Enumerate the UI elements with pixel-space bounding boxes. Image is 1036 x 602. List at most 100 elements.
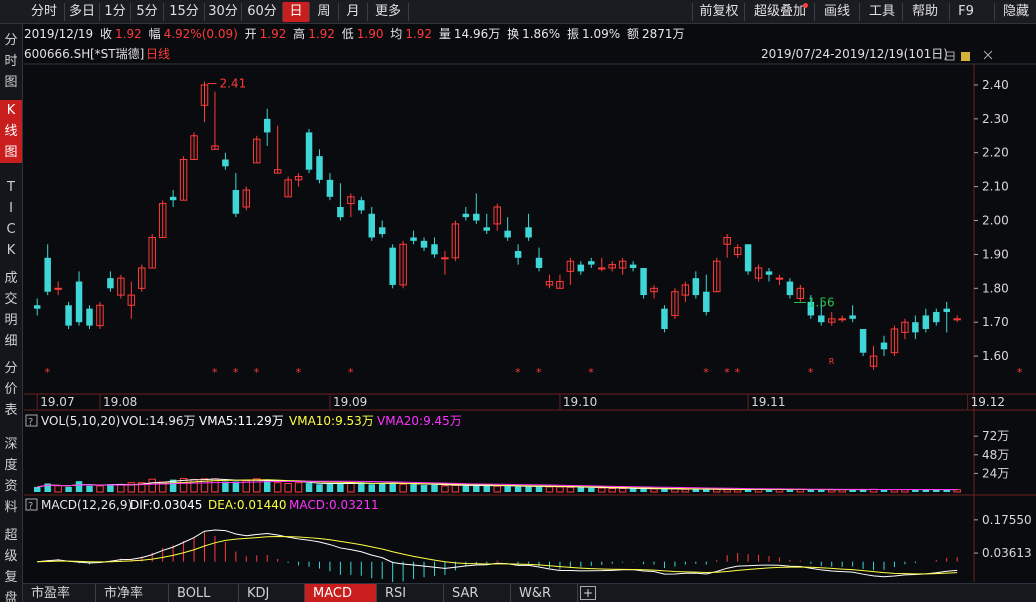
candle-body [849,315,856,319]
maximize-icon[interactable] [961,52,970,61]
macd-help-glyph: ? [28,501,33,512]
period-tab-5[interactable]: 30分 [205,2,241,22]
price-panel: 2.40 2.30 2.20 2.10 2.00 1.90 1.80 1.70 1.60 19.0… [33,77,1023,410]
macd-tick-label: 0.03613 [982,546,1032,560]
toolbar-divider [744,3,745,21]
indicator-tab-0[interactable]: 市盈率 [23,584,96,602]
candle-body [358,200,365,211]
macd-dea-line [37,535,958,575]
volume-bar [86,485,93,492]
toolbar-button-0[interactable]: 前复权 [694,2,744,22]
period-tab-0[interactable]: 分时 [24,2,64,22]
price-tick-label: 1.60 [982,349,1009,363]
period-tab-8[interactable]: 周 [310,2,338,22]
signal-star: * [536,366,542,379]
volume-bar [577,487,585,492]
close-panel-icon[interactable] [983,50,993,60]
sidebar-char: K [6,243,16,258]
volume-bar [703,489,710,492]
sidebar-item-6[interactable]: 超级复盘 [0,525,22,602]
indicator-tab-1[interactable]: 市净率 [96,584,169,602]
sidebar-item-5[interactable]: 深度资料 [0,434,22,518]
volume-tick-label: 72万 [982,429,1009,443]
volume-ma20: VMA20:9.45万 [377,414,462,428]
candle-body [525,227,532,238]
period-tab-6[interactable]: 60分 [242,2,282,22]
volume-bar [588,487,595,492]
indicator-tab-6[interactable]: SAR [444,584,511,602]
high-value: 1.92 [308,27,335,41]
volume-bar [389,482,396,492]
candle-body [598,267,606,270]
amplitude-value: 1.09% [582,27,621,41]
indicator-tab-7[interactable]: W&R [511,584,578,602]
toolbar-button-5[interactable]: F9 [951,2,981,22]
sidebar-item-2[interactable]: TICK [0,177,22,261]
candle-body [577,264,585,272]
volume-bar [514,486,522,492]
price-tick-label: 2.00 [982,214,1009,228]
amount-value: 2871万 [642,27,685,41]
candle-body [775,277,784,280]
signal-star: * [296,366,302,379]
sidebar-item-3[interactable]: 成交明细 [0,268,22,352]
toolbar-button-2[interactable]: 画线 [816,2,858,22]
toolbar-button-6[interactable]: 隐藏 [996,2,1036,22]
period-tab-10[interactable]: 更多 [368,2,408,22]
indicator-tab-4[interactable]: MACD [305,584,377,602]
volume-bar [807,489,815,492]
date-tick-label: 19.09 [333,395,367,409]
volume-bar [733,489,742,493]
period-tab-7[interactable]: 日 [283,2,309,22]
volume-bar [33,486,41,492]
turnover-label: 换 [507,27,520,41]
volume-bar [378,483,386,492]
sidebar-item-4[interactable]: 分价表 [0,358,22,421]
volume-bar [618,488,627,493]
volume-bar [273,482,282,493]
volume-bar [650,488,658,493]
sidebar-char: 明 [4,313,18,328]
volume-bar [493,485,501,493]
avg-value: 1.92 [405,27,433,41]
volume-bar [661,488,668,492]
indicator-tab-5[interactable]: RSI [377,584,444,602]
volume-bar [535,486,543,492]
volume-bar [337,483,344,492]
sidebar-item-1[interactable]: K线图 [0,100,22,163]
volume-bar [723,489,731,493]
min-price-label: 1.56 [808,295,835,309]
volume-bar [473,485,480,492]
volume-bar [399,483,407,493]
volume-bar [232,481,240,492]
change-value: 4.92%(0.09) [163,27,238,41]
sidebar-char: 分 [4,33,18,48]
price-tick-label: 1.70 [982,315,1009,329]
indicator-tab-2[interactable]: BOLL [169,584,239,602]
candle-body [744,244,752,272]
period-tab-1[interactable]: 多日 [65,2,99,22]
indicator-tab-3[interactable]: KDJ [239,584,305,602]
turnover-value: 1.86% [522,27,561,41]
signal-star: * [348,366,354,379]
macd-indicator: MACD(12,26,9) [41,498,132,512]
period-tab-3[interactable]: 5分 [131,2,163,22]
toolbar-button-4[interactable]: 帮助 [904,2,946,22]
volume-bar [525,486,532,492]
volume-bar [410,484,417,492]
volume-value: 14.96万 [453,27,501,41]
add-indicator-button[interactable]: + [580,586,596,600]
period-tab-4[interactable]: 15分 [164,2,204,22]
sidebar-item-0[interactable]: 分时图 [0,30,22,93]
candle-body [483,227,490,231]
period-tab-9[interactable]: 月 [339,2,367,22]
volume-bar [671,488,679,493]
candle-body [44,257,51,292]
toolbar-button-3[interactable]: 工具 [861,2,903,22]
period-tab-2[interactable]: 1分 [100,2,130,22]
sidebar-char: 表 [4,403,18,418]
candle-body [431,244,438,255]
volume-tick-label: 48万 [982,448,1009,462]
sidebar-char: T [7,180,15,195]
candle-body [441,257,449,260]
